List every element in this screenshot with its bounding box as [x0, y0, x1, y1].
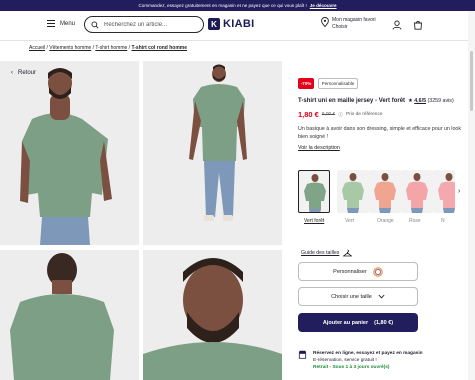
- product-photo-1[interactable]: [0, 61, 139, 245]
- menu-button[interactable]: Menu: [47, 20, 75, 27]
- add-to-cart-label: Ajouter au panier: [322, 319, 369, 326]
- color-swatch[interactable]: [298, 170, 330, 213]
- star-icon: ★: [408, 98, 413, 104]
- product-photo-4[interactable]: [143, 250, 282, 380]
- breadcrumb-men-clothing[interactable]: Vêtements homme: [49, 45, 91, 51]
- chevron-left-icon: ‹: [11, 70, 13, 76]
- add-to-cart-button[interactable]: Ajouter au panier (1,80 €): [298, 313, 418, 332]
- color-swatch-label[interactable]: Orange: [377, 218, 394, 224]
- rating-count: (3259 avis): [427, 98, 454, 104]
- palette-icon: [372, 266, 383, 277]
- cart-icon[interactable]: [413, 20, 423, 30]
- color-swatch-label[interactable]: Vert: [345, 218, 354, 224]
- hamburger-icon: [47, 20, 55, 27]
- see-description-link[interactable]: Voir la description: [298, 145, 340, 151]
- store-choose: Choisir: [332, 24, 348, 30]
- reservation-title: Réservez en ligne, essayez et payez en m…: [313, 351, 423, 356]
- back-link[interactable]: ‹ Retour: [11, 70, 36, 76]
- color-swatch[interactable]: [433, 170, 455, 213]
- reservation-pickup: Retrait - Sous 1 à 3 jours ouvré(s): [313, 365, 390, 370]
- search-box[interactable]: [84, 16, 204, 33]
- promo-banner-text: Commandez, essayez gratuitement en magas…: [138, 3, 307, 8]
- add-to-cart-price: (1,80 €): [374, 319, 394, 326]
- menu-label: Menu: [60, 20, 76, 27]
- color-swatch[interactable]: [337, 170, 369, 213]
- promo-banner: Commandez, essayez gratuitement en magas…: [0, 0, 475, 11]
- size-guide-label: Guide des tailles: [301, 250, 340, 256]
- reservation-subtitle: E-réservation, service gratuit !: [313, 358, 377, 363]
- location-pin-icon: [321, 17, 329, 27]
- info-icon[interactable]: ⓘ: [338, 111, 343, 118]
- personalize-label: Personnaliser: [333, 268, 367, 275]
- page-scrollbar[interactable]: [468, 11, 475, 380]
- scrollbar-thumb[interactable]: [470, 51, 473, 111]
- price-block: 1,80 € 6,00 € ⓘ Prix de référence: [298, 110, 383, 119]
- size-select[interactable]: Choisir une taille: [298, 287, 418, 306]
- reference-price-label: Prix de référence: [346, 112, 383, 117]
- color-swatch-label[interactable]: Rose: [409, 218, 421, 224]
- logo-text: KIABI: [223, 18, 255, 30]
- personalizable-badge: Personnalisable: [318, 78, 358, 89]
- logo-mark: K: [208, 18, 220, 30]
- promo-banner-link[interactable]: Je découvre: [310, 3, 337, 8]
- store-icon: [298, 350, 307, 359]
- breadcrumb-current: T-shirt col rond homme: [131, 45, 188, 51]
- favorite-store[interactable]: Mon magasin favori Choisir: [321, 17, 376, 31]
- kiabi-logo[interactable]: K KIABI: [208, 18, 254, 30]
- old-price: 6,00 €: [321, 112, 336, 117]
- product-title: T-shirt uni en maille jersey - Vert forê…: [298, 98, 406, 104]
- discount-badge: -70%: [298, 78, 314, 89]
- color-swatch-label[interactable]: Vert forêt: [304, 218, 324, 224]
- account-icon[interactable]: [392, 20, 402, 30]
- breadcrumb-home[interactable]: Accueil: [29, 45, 45, 51]
- rating-value: 4,6/5: [414, 98, 427, 104]
- hanger-icon: [343, 249, 353, 257]
- personalize-button[interactable]: Personnaliser: [298, 262, 418, 281]
- product-photo-2[interactable]: [143, 61, 282, 245]
- product-description: Un basique à avoir dans son dressing, si…: [298, 126, 462, 140]
- chevron-right-icon[interactable]: ›: [458, 188, 460, 195]
- color-swatch[interactable]: [401, 170, 433, 213]
- search-input[interactable]: [104, 21, 194, 28]
- breadcrumb-tshirt[interactable]: T-shirt homme: [95, 45, 127, 51]
- color-swatch[interactable]: [369, 170, 401, 213]
- product-photo-3[interactable]: [0, 250, 139, 380]
- current-price: 1,80 €: [298, 110, 319, 119]
- size-guide-link[interactable]: Guide des tailles: [301, 249, 353, 257]
- breadcrumb: Accueil / Vêtements homme / T-shirt homm…: [29, 45, 188, 51]
- store-title: Mon magasin favori: [332, 17, 376, 23]
- chevron-down-icon: [378, 294, 385, 299]
- site-header: Menu K KIABI Mon magasin favori Choisir: [0, 11, 475, 41]
- size-select-label: Choisir une taille: [331, 293, 372, 300]
- reservation-info: Réservez en ligne, essayez et payez en m…: [298, 350, 423, 371]
- product-rating[interactable]: ★ 4,6/5 (3259 avis): [408, 98, 454, 104]
- color-swatch-label[interactable]: N: [441, 218, 445, 224]
- back-label: Retour: [18, 70, 37, 76]
- search-icon: [91, 21, 99, 29]
